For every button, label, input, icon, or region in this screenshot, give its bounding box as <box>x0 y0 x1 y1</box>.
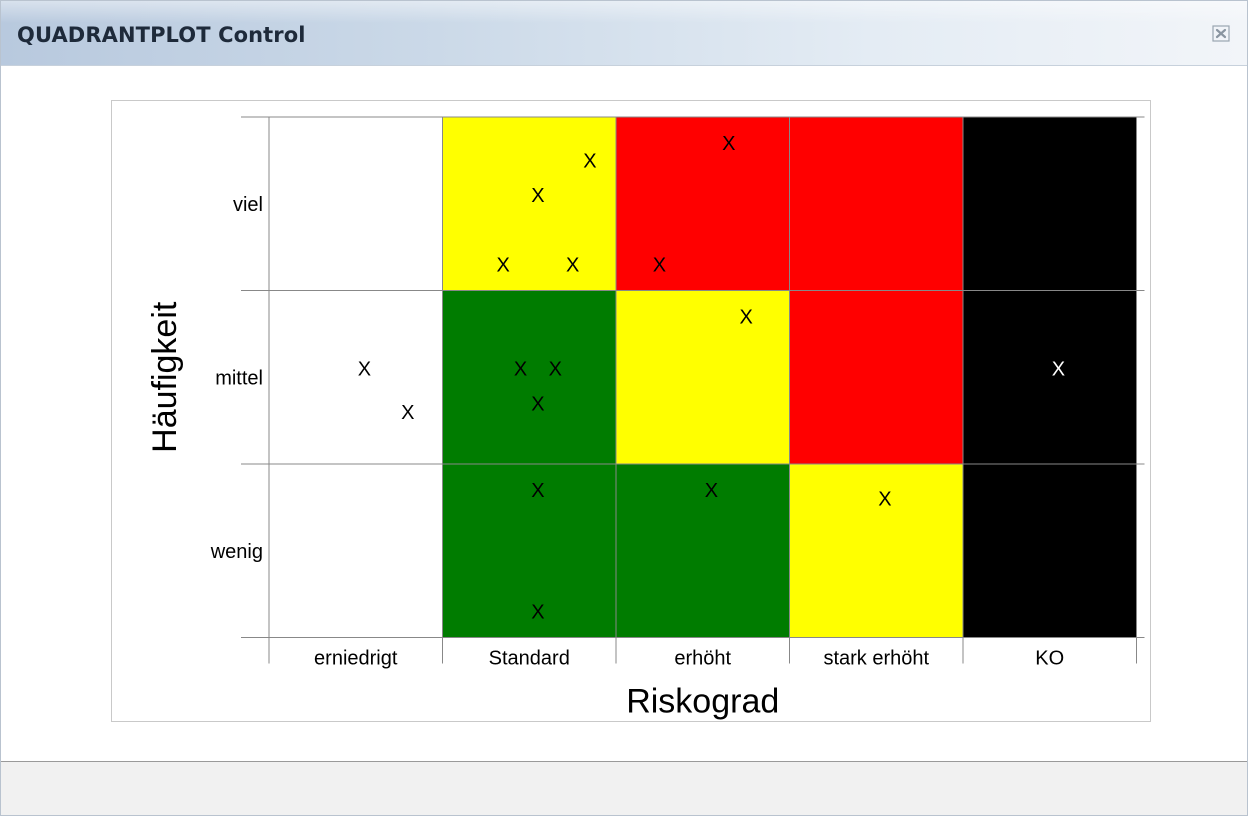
x-tick-label: KO <box>1035 648 1064 670</box>
data-point: X <box>878 489 891 511</box>
cell-Standard-viel <box>442 117 617 291</box>
cell-erniedrigt-wenig <box>269 464 443 638</box>
x-tick-label: erhöht <box>674 648 731 670</box>
data-point: X <box>514 359 527 381</box>
window-title: QUADRANTPLOT Control <box>17 23 306 47</box>
quadrant-chart: erniedrigt Standard erhöht stark erhöht KO we… <box>111 100 1151 722</box>
data-point: X <box>497 254 510 276</box>
cell-KO-mittel <box>963 290 1137 465</box>
cell-stark-erhöht-wenig <box>789 464 964 638</box>
cell-erhöht-mittel <box>616 290 790 465</box>
cell-erhöht-viel <box>616 117 790 291</box>
data-point: X <box>531 185 544 207</box>
quadrantplot-window: QUADRANTPLOT Control erniedrigt Standard e… <box>0 0 1248 816</box>
y-tick-label: mittel <box>215 367 263 389</box>
cell-Standard-wenig <box>442 464 617 638</box>
cell-erniedrigt-mittel <box>269 290 443 465</box>
title-bar[interactable]: QUADRANTPLOT Control <box>1 1 1247 66</box>
close-icon[interactable] <box>1211 24 1233 44</box>
y-tick-label: wenig <box>210 541 263 563</box>
data-point: X <box>583 150 596 172</box>
x-tick-label: stark erhöht <box>823 648 929 670</box>
data-point: X <box>739 307 752 329</box>
data-point: X <box>566 254 579 276</box>
data-point: X <box>531 480 544 502</box>
y-tick-label: viel <box>233 194 263 216</box>
cell-erniedrigt-viel <box>269 117 443 291</box>
data-point: X <box>705 480 718 502</box>
data-point: X <box>1052 359 1065 381</box>
cell-stark-erhöht-viel <box>789 117 964 291</box>
x-tick-label: Standard <box>489 648 570 670</box>
data-point: X <box>531 393 544 415</box>
x-axis-title: Riskograd <box>626 683 779 721</box>
dialog-footer <box>1 761 1247 815</box>
cell-KO-wenig <box>963 464 1137 638</box>
data-point: X <box>549 359 562 381</box>
data-point: X <box>358 359 371 381</box>
dialog-content: erniedrigt Standard erhöht stark erhöht KO we… <box>1 66 1247 761</box>
x-tick-label: erniedrigt <box>314 648 398 670</box>
cell-stark-erhöht-mittel <box>789 290 964 465</box>
cell-Standard-mittel <box>442 290 617 465</box>
cell-KO-viel <box>963 117 1137 291</box>
cell-erhöht-wenig <box>616 464 790 638</box>
quadrant-plot-svg: erniedrigt Standard erhöht stark erhöht KO we… <box>146 116 1145 721</box>
data-point: X <box>722 133 735 155</box>
data-point: X <box>653 254 666 276</box>
data-point: X <box>401 402 414 424</box>
y-axis-title: Häufigkeit <box>146 301 184 453</box>
data-point: X <box>531 601 544 623</box>
